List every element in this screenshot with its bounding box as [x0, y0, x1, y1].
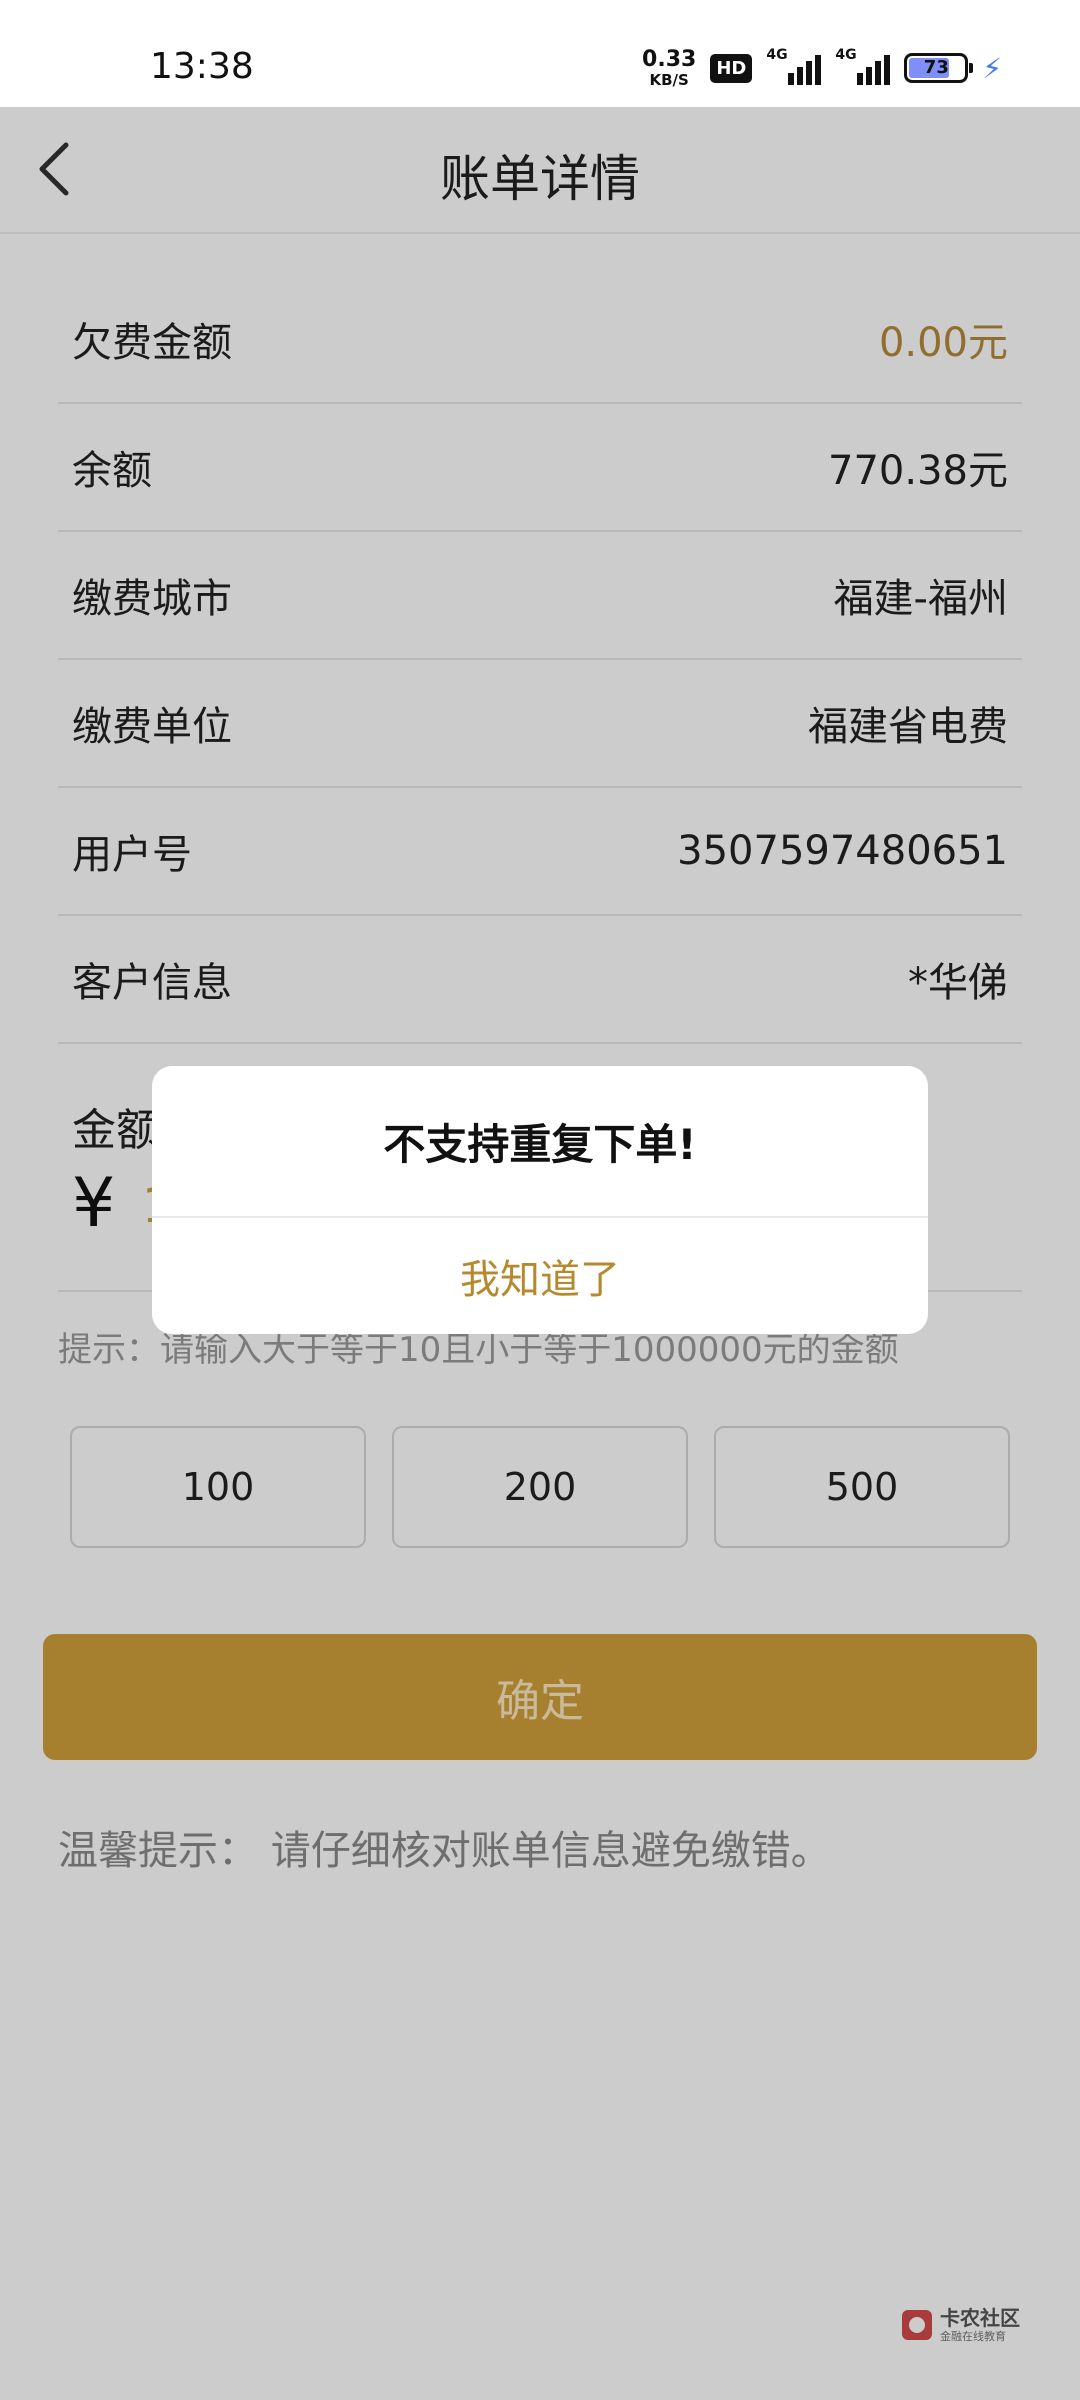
- charging-icon: ⚡: [982, 51, 1002, 85]
- dialog-ok-button[interactable]: 我知道了: [152, 1218, 928, 1334]
- hd-icon: HD: [710, 53, 753, 83]
- battery-icon: 73: [904, 53, 974, 83]
- status-bar: 13:38 0.33 KB/S HD 4G 4G 73 ⚡: [0, 0, 1080, 107]
- status-icons: 0.33 KB/S HD 4G 4G 73 ⚡: [642, 46, 1002, 89]
- alert-dialog: 不支持重复下单! 我知道了: [152, 1066, 928, 1334]
- status-time: 13:38: [150, 46, 254, 87]
- network-speed: 0.33 KB/S: [642, 46, 697, 89]
- dialog-message: 不支持重复下单!: [152, 1066, 928, 1218]
- signal-icon: 4G: [766, 47, 822, 85]
- signal-icon: 4G: [835, 47, 891, 85]
